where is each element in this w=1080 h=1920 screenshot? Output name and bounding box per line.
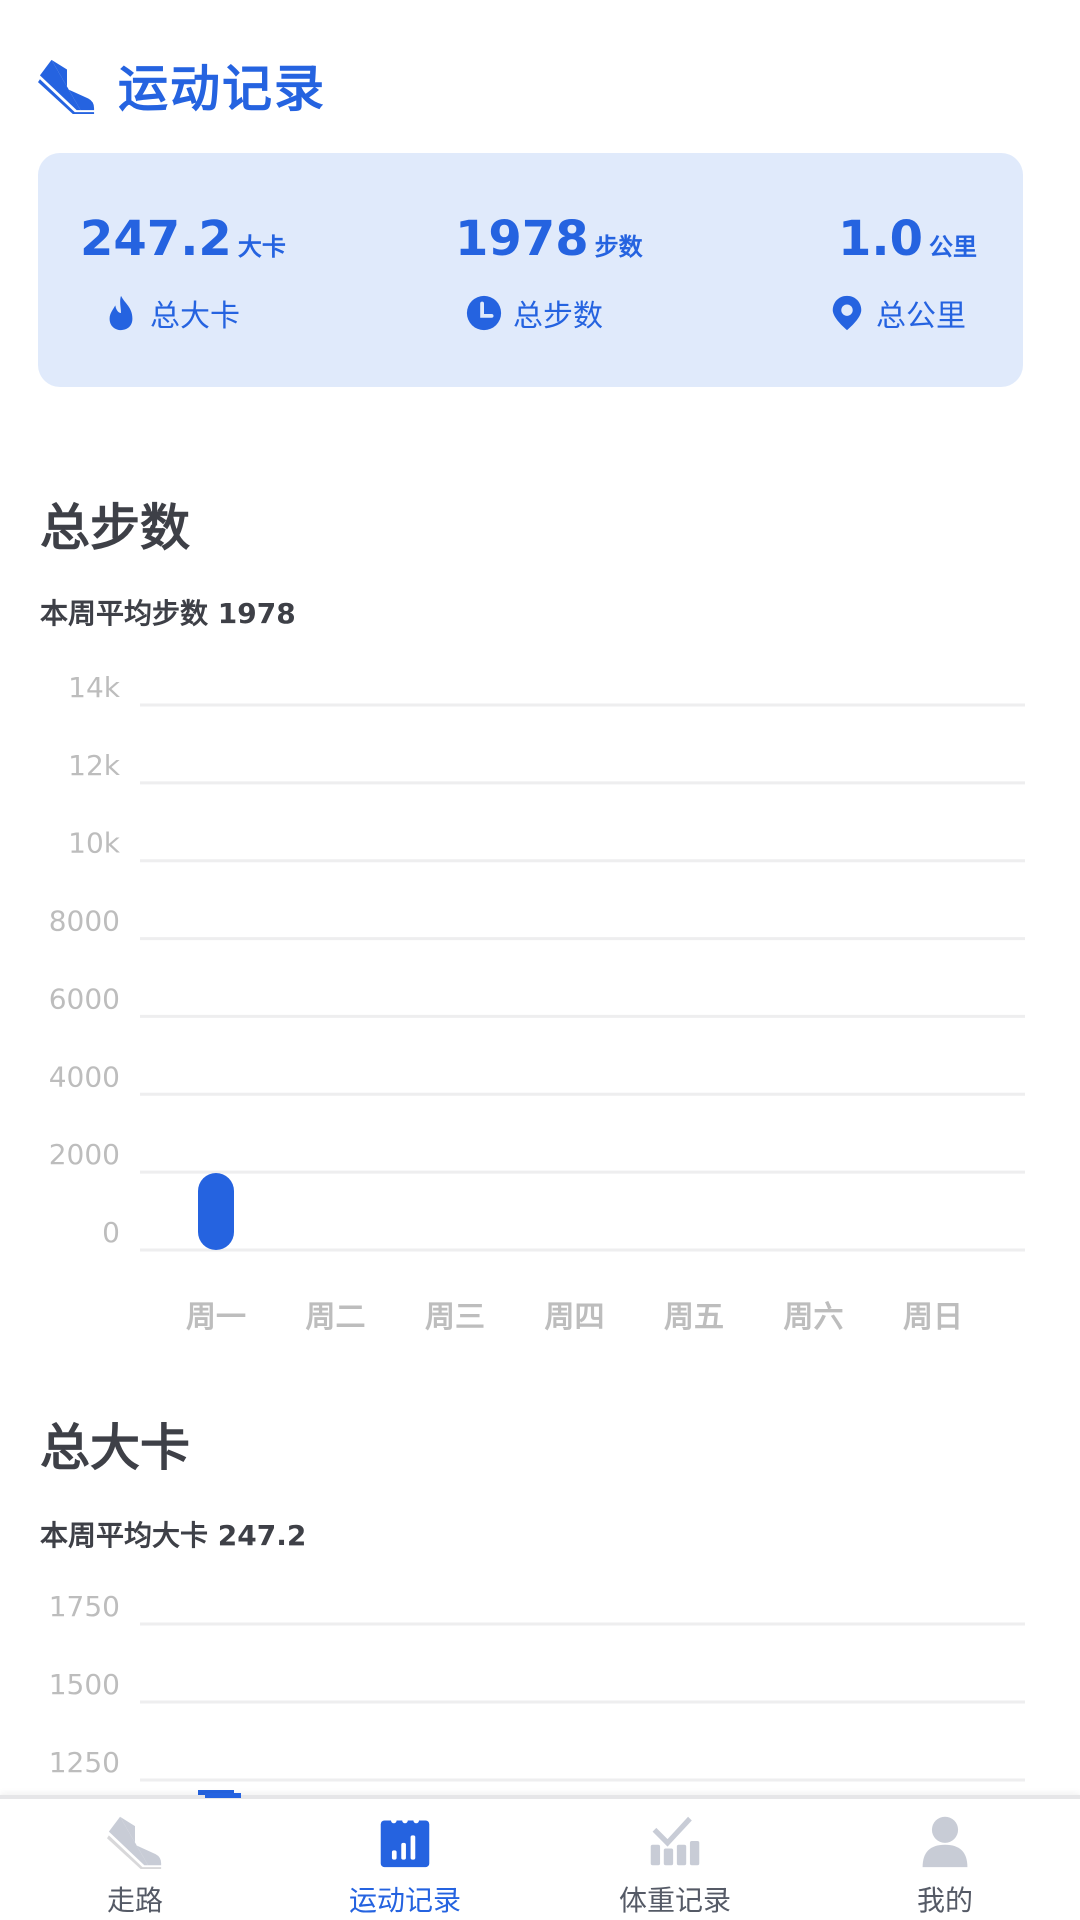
nav-profile[interactable]: 我的 [810,1799,1080,1920]
nav-weight[interactable]: 体重记录 [540,1799,810,1920]
user-icon [922,1816,968,1868]
sneaker-icon [107,1816,162,1869]
nav-walk-label: 走路 [106,1884,163,1917]
nav-records[interactable]: 运动记录 [270,1799,540,1920]
y-tick-label: 1750 [49,1590,120,1623]
nav-walk[interactable]: 走路 [0,1799,270,1920]
bottom-nav: 走路 运动记录 体重记录 我的 [0,1795,1080,1920]
y-tick-label: 1250 [49,1746,120,1779]
active-tab-indicator [205,1793,241,1798]
nav-profile-label: 我的 [916,1884,973,1917]
y-tick-label: 1500 [49,1668,120,1701]
weight-chart-icon [650,1816,700,1866]
nav-records-label: 运动记录 [348,1884,461,1917]
nav-weight-label: 体重记录 [618,1884,731,1917]
calories-chart-svg: 1250 1500 1750 [49,1590,1025,1796]
calendar-chart-icon [380,1817,430,1868]
